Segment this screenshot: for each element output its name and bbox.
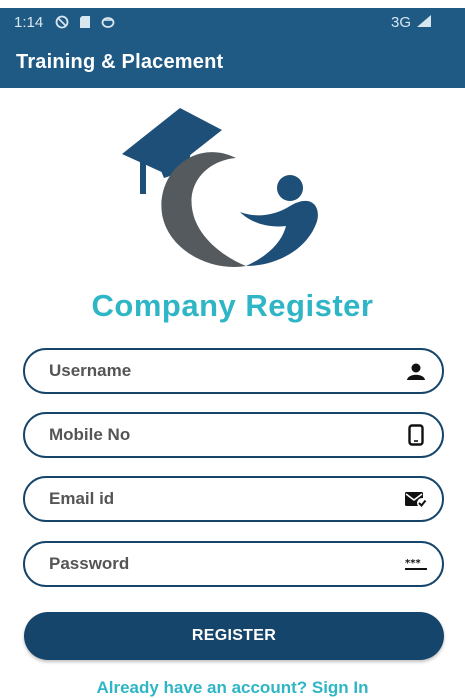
sync-icon <box>101 15 115 29</box>
top-strip <box>0 0 465 8</box>
app-bar: Training & Placement <box>0 36 465 88</box>
network-type: 3G <box>390 13 411 31</box>
email-input[interactable] <box>49 489 404 509</box>
username-input[interactable] <box>49 361 404 381</box>
mobile-field[interactable] <box>23 412 444 458</box>
person-icon <box>404 359 428 383</box>
password-dots-icon: *** <box>404 552 428 576</box>
graduation-cap-logo <box>118 100 328 278</box>
mobile-input[interactable] <box>49 425 404 445</box>
register-button[interactable]: REGISTER <box>24 612 444 660</box>
svg-text:***: *** <box>405 558 421 569</box>
email-field[interactable] <box>23 476 444 522</box>
status-right: 3G <box>391 14 449 31</box>
sign-in-link[interactable]: Already have an account? Sign In <box>0 678 465 698</box>
sd-card-icon <box>79 15 91 29</box>
app-title: Training & Placement <box>16 50 224 73</box>
username-field[interactable] <box>23 348 444 394</box>
signal-icon <box>417 14 431 31</box>
password-input[interactable] <box>49 554 404 574</box>
do-not-disturb-icon <box>55 15 69 29</box>
phone-icon <box>404 423 428 447</box>
status-bar: 1:14 3G <box>0 8 465 36</box>
mail-check-icon <box>404 487 428 511</box>
password-field[interactable]: *** <box>23 541 444 587</box>
page-title: Company Register <box>91 288 374 323</box>
status-time: 1:14 <box>14 13 44 31</box>
